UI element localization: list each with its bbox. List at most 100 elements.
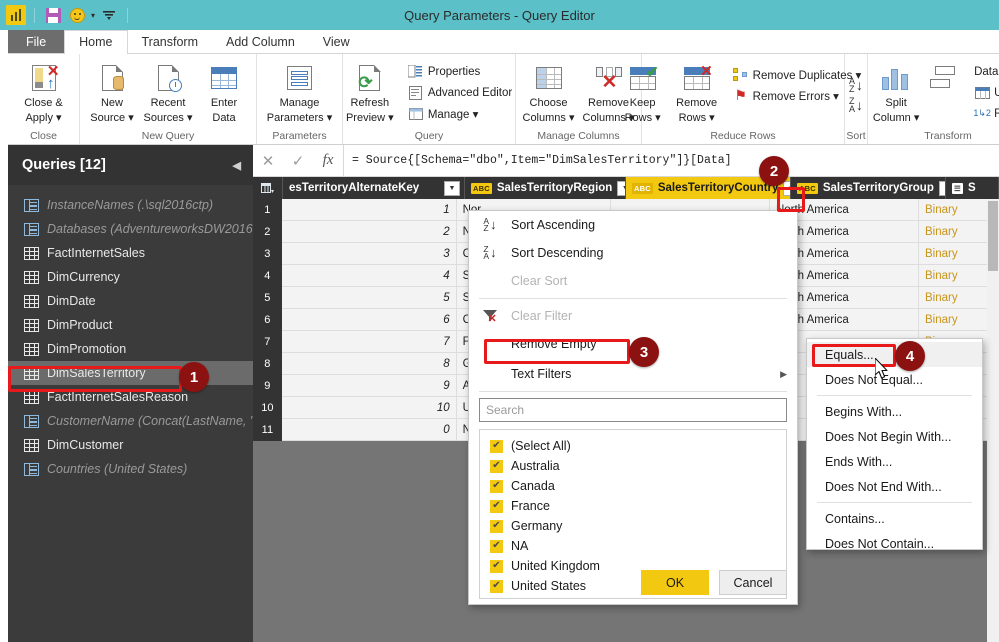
data-type-button[interactable]: Data Typ <box>971 61 999 82</box>
submenu-item-begins-with[interactable]: Begins With... <box>807 399 982 424</box>
menu-item-text-filters[interactable]: Text Filters ▶ <box>469 360 797 388</box>
menu-item-sort-ascending[interactable]: A Z ↓ Sort Ascending <box>469 211 797 239</box>
sort-descending-button[interactable]: Z A ↓ <box>849 95 863 115</box>
checklist-item-canada[interactable]: Canada <box>480 476 786 496</box>
query-item-factinternetsales[interactable]: FactInternetSales <box>8 241 253 265</box>
submenu-item-ends-with[interactable]: Ends With... <box>807 449 982 474</box>
manage-query-button[interactable]: Manage ▾ <box>405 103 515 124</box>
submenu-item-label: Does Not Begin With... <box>825 429 952 444</box>
cell-alternatekey[interactable]: 1 <box>281 199 457 221</box>
cell-alternatekey[interactable]: 5 <box>281 287 457 309</box>
keep-rows-button[interactable]: ✔ Keep Rows ▾ <box>618 58 668 124</box>
checkbox-checked-icon[interactable] <box>490 479 503 493</box>
smiley-icon[interactable] <box>67 5 87 25</box>
query-item-dimsalesterritory[interactable]: DimSalesTerritory <box>8 361 253 385</box>
chevron-down-icon[interactable]: ▼ <box>444 180 460 196</box>
checklist-item-na[interactable]: NA <box>480 536 786 556</box>
chevron-down-icon[interactable]: ▼ <box>783 180 790 196</box>
column-header-group[interactable]: ABC SalesTerritoryGroup ▼ <box>791 177 946 199</box>
query-item-dimdate[interactable]: DimDate <box>8 289 253 313</box>
submenu-item-does-not-begin-with[interactable]: Does Not Begin With... <box>807 424 982 449</box>
checklist-item-label: Germany <box>511 519 563 533</box>
cell-alternatekey[interactable]: 0 <box>281 419 457 441</box>
advanced-editor-button[interactable]: Advanced Editor <box>405 82 515 103</box>
close-and-apply-button[interactable]: ✕ ↑ Close & Apply ▾ <box>11 58 77 124</box>
column-header-alternatekey[interactable]: esTerritoryAlternateKey ▼ <box>283 177 465 199</box>
tab-transform[interactable]: Transform <box>128 30 213 53</box>
query-item-factinternetsalesreason[interactable]: FactInternetSalesReason <box>8 385 253 409</box>
search-input[interactable]: Search <box>479 398 787 422</box>
split-column-button[interactable]: Split Column ▾ <box>869 58 923 124</box>
checklist-item-australia[interactable]: Australia <box>480 456 786 476</box>
query-item-instancenames[interactable]: InstanceNames (.\sql2016ctp) <box>8 193 253 217</box>
chevron-down-icon[interactable]: ▼ <box>938 180 945 196</box>
properties-button[interactable]: Properties <box>405 61 515 82</box>
cell-alternatekey[interactable]: 4 <box>281 265 457 287</box>
save-icon[interactable] <box>43 5 63 25</box>
submenu-item-contains[interactable]: Contains... <box>807 506 982 531</box>
fx-icon[interactable]: fx <box>313 145 343 176</box>
recent-sources-button[interactable]: Recent Sources ▾ <box>140 58 196 124</box>
query-item-customername[interactable]: CustomerName (Concat(LastName, ' ', l <box>8 409 253 433</box>
checkbox-checked-icon[interactable] <box>490 559 503 573</box>
checkbox-checked-icon[interactable] <box>490 459 503 473</box>
menu-item-sort-descending[interactable]: Z A ↓ Sort Descending <box>469 239 797 267</box>
vertical-scrollbar[interactable] <box>987 199 999 642</box>
chevron-down-icon[interactable]: ▼ <box>617 180 625 196</box>
smiley-dropdown-icon[interactable]: ▾ <box>91 11 95 20</box>
checkbox-checked-icon[interactable] <box>490 519 503 533</box>
manage-query-icon <box>408 106 424 122</box>
keep-rows-icon: ✔ <box>629 61 659 95</box>
choose-columns-button[interactable]: Choose Columns ▾ <box>519 58 579 124</box>
cell-alternatekey[interactable]: 3 <box>281 243 457 265</box>
new-source-button[interactable]: New Source ▾ <box>84 58 140 124</box>
checklist-item-france[interactable]: France <box>480 496 786 516</box>
ok-button[interactable]: OK <box>641 570 709 595</box>
refresh-preview-button[interactable]: ⟳ Refresh Preview ▾ <box>339 58 401 124</box>
enter-data-button[interactable]: Enter Data <box>196 58 252 124</box>
sort-ascending-button[interactable]: A Z ↓ <box>849 75 863 95</box>
group-by-button[interactable]: Split <box>923 58 967 110</box>
checkbox-checked-icon[interactable] <box>490 499 503 513</box>
cell-alternatekey[interactable]: 7 <box>281 331 457 353</box>
query-item-databases[interactable]: Databases (AdventureworksDW2016CT <box>8 217 253 241</box>
submenu-item-does-not-contain[interactable]: Does Not Contain... <box>807 531 982 556</box>
cell-alternatekey[interactable]: 8 <box>281 353 457 375</box>
cell-alternatekey[interactable]: 6 <box>281 309 457 331</box>
manage-parameters-button[interactable]: Manage Parameters ▾ <box>259 58 341 124</box>
cell-alternatekey[interactable]: 9 <box>281 375 457 397</box>
tab-home[interactable]: Home <box>64 30 128 54</box>
chevron-left-icon[interactable]: ◀ <box>233 159 241 172</box>
query-item-countries[interactable]: Countries (United States) <box>8 457 253 481</box>
column-header-region[interactable]: ABC SalesTerritoryRegion ▼ <box>465 177 626 199</box>
quick-access-toolbar: ▾ <box>0 5 132 25</box>
checkbox-checked-icon[interactable] <box>490 439 503 453</box>
formula-input[interactable]: = Source{[Schema="dbo",Item="DimSalesTer… <box>343 145 999 176</box>
submenu-item-does-not-end-with[interactable]: Does Not End With... <box>807 474 982 499</box>
use-first-row-headers-button[interactable]: Use <box>971 82 999 103</box>
tab-add-column[interactable]: Add Column <box>212 30 309 53</box>
tab-view[interactable]: View <box>309 30 364 53</box>
query-item-dimcurrency[interactable]: DimCurrency <box>8 265 253 289</box>
grid-select-all-corner[interactable] <box>253 177 283 199</box>
query-item-dimproduct[interactable]: DimProduct <box>8 313 253 337</box>
customize-qat-icon[interactable] <box>99 5 119 25</box>
powerbi-logo-icon <box>6 5 26 25</box>
scrollbar-thumb[interactable] <box>988 201 998 271</box>
close-icon[interactable]: ✕ <box>253 145 283 176</box>
cell-alternatekey[interactable]: 10 <box>281 397 457 419</box>
checklist-item-select-all[interactable]: (Select All) <box>480 436 786 456</box>
checklist-item-germany[interactable]: Germany <box>480 516 786 536</box>
checkbox-checked-icon[interactable] <box>490 539 503 553</box>
checkbox-checked-icon[interactable] <box>490 579 503 593</box>
query-item-dimcustomer[interactable]: DimCustomer <box>8 433 253 457</box>
tab-file[interactable]: File <box>8 30 65 53</box>
query-item-dimpromotion[interactable]: DimPromotion <box>8 337 253 361</box>
check-icon[interactable]: ✓ <box>283 145 313 176</box>
cell-alternatekey[interactable]: 2 <box>281 221 457 243</box>
submenu-item-does-not-equal[interactable]: Does Not Equal... <box>807 367 982 392</box>
cancel-button[interactable]: Cancel <box>719 570 787 595</box>
replace-values-button[interactable]: 1↳2 Repl <box>971 103 999 124</box>
remove-rows-button[interactable]: ✕ Remove Rows ▾ <box>668 58 726 124</box>
column-header-s[interactable]: ☰ S <box>946 177 999 199</box>
